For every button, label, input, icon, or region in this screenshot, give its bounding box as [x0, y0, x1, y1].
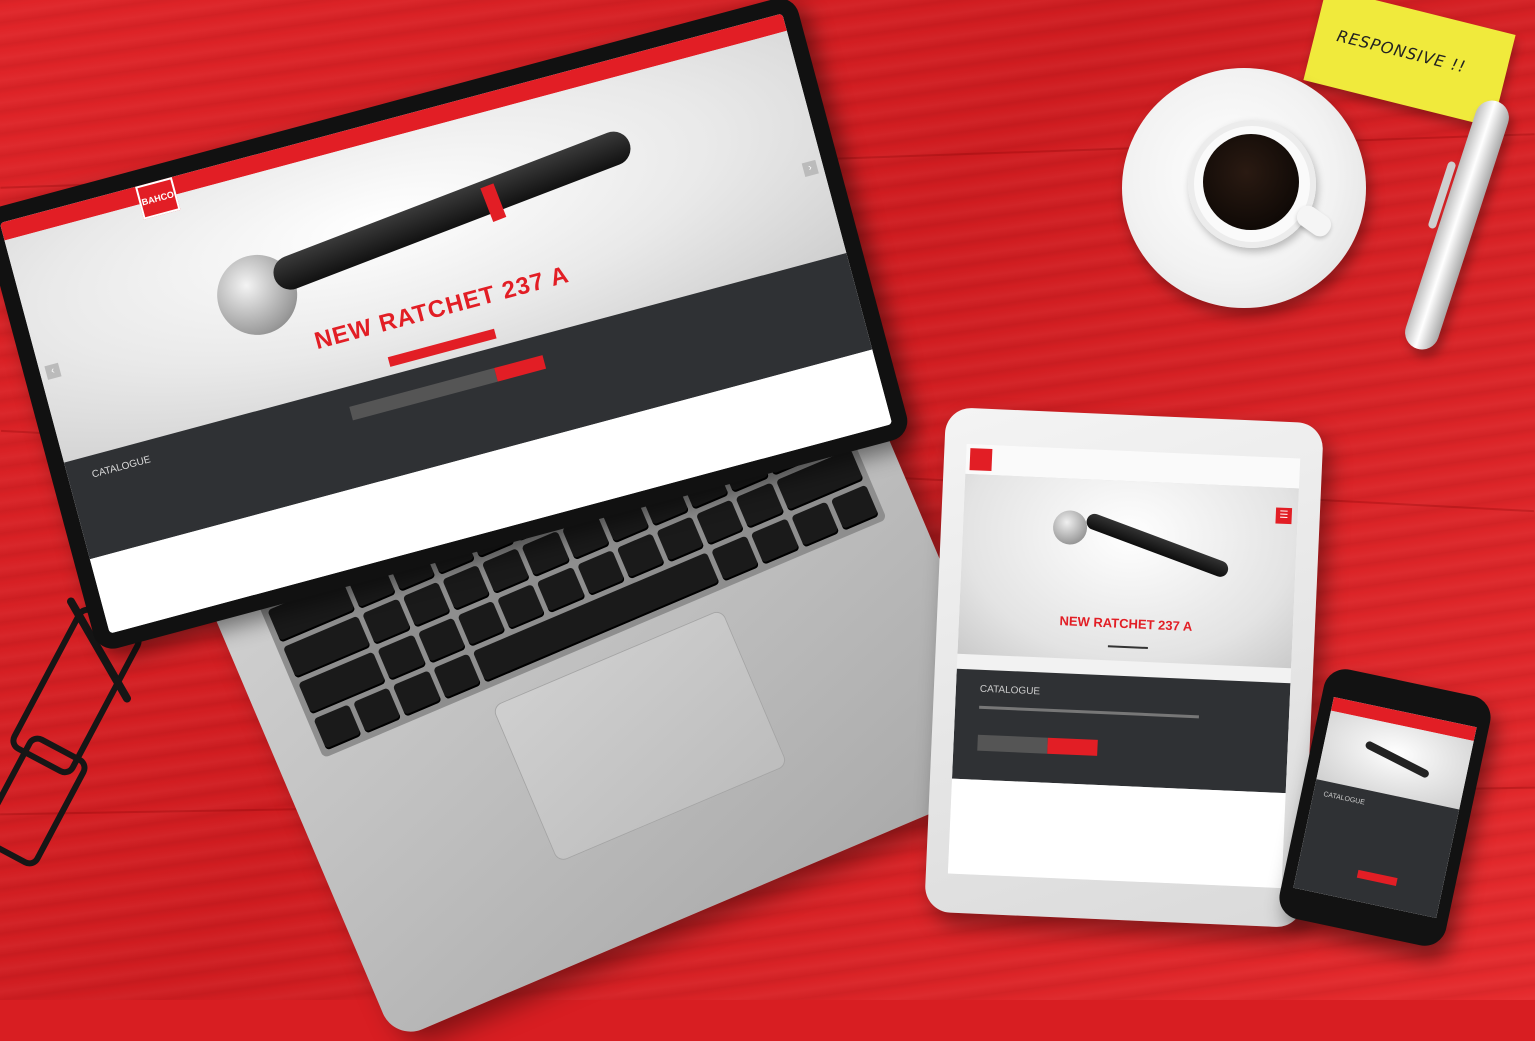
hero-title: NEW RATCHET 237 A [1059, 613, 1193, 634]
email-field[interactable] [977, 734, 1048, 754]
subscribe-button[interactable] [1356, 869, 1398, 886]
ratchet-handle [1084, 511, 1231, 580]
key [790, 501, 840, 548]
ratchet-handle [1364, 740, 1431, 779]
catalogue-description [979, 705, 1199, 719]
phone-website: CATALOGUE [1293, 696, 1477, 919]
coffee [1203, 134, 1299, 230]
catalogue-heading: CATALOGUE [979, 683, 1041, 698]
key [750, 518, 800, 565]
catalogue-band: CATALOGUE [951, 668, 1291, 794]
tablet-website: NEW RATCHET 237 A ☰ CATALOGUE [947, 443, 1301, 889]
sticky-note-text: RESPONSIVE !! [1334, 26, 1469, 77]
subscribe-button[interactable] [494, 355, 547, 382]
divider [1107, 645, 1148, 650]
key [392, 670, 442, 717]
key [711, 535, 760, 582]
subscribe-button[interactable] [1047, 737, 1098, 756]
site-logo[interactable] [969, 448, 993, 472]
catalogue-heading: CATALOGUE [1322, 790, 1366, 807]
ratchet-head [1052, 509, 1088, 546]
hero-banner: NEW RATCHET 237 A [957, 473, 1299, 669]
footer-band [947, 778, 1286, 889]
key [353, 687, 402, 734]
key [432, 653, 482, 700]
key [830, 484, 880, 531]
key [313, 704, 362, 751]
tablet: NEW RATCHET 237 A ☰ CATALOGUE [924, 406, 1324, 929]
catalogue-heading: CATALOGUE [90, 454, 152, 481]
menu-icon[interactable]: ☰ [1275, 507, 1293, 525]
